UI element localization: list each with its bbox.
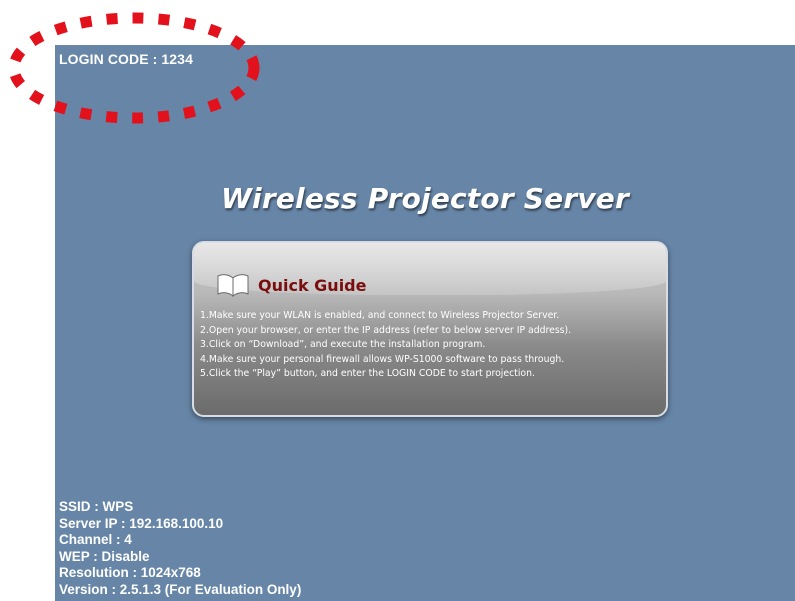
page-title: Wireless Projector Server xyxy=(220,182,630,215)
page: LOGIN CODE : 1234 Wireless Projector Ser… xyxy=(0,0,795,601)
guide-step-4: 4.Make sure your personal firewall allow… xyxy=(200,353,565,365)
guide-step-3: 3.Click on “Download”, and execute the i… xyxy=(200,339,486,351)
quick-guide-title: Quick Guide xyxy=(258,275,367,295)
server-info: SSID : WPS Server IP : 192.168.100.10 Ch… xyxy=(59,499,301,599)
quick-guide-header: Quick Guide xyxy=(216,273,366,297)
quick-guide-panel: Quick Guide 1.Make sure your WLAN is ena… xyxy=(192,241,668,417)
guide-step-2: 2.Open your browser, or enter the IP add… xyxy=(200,324,572,336)
open-book-icon xyxy=(217,274,249,297)
guide-step-5: 5.Click the “Play” button, and enter the… xyxy=(200,368,535,380)
channel-value: Channel : 4 xyxy=(59,532,132,548)
guide-step-1: 1.Make sure your WLAN is enabled, and co… xyxy=(200,310,560,321)
resolution-value: Resolution : 1024x768 xyxy=(59,565,201,581)
wep-value: WEP : Disable xyxy=(59,548,150,564)
login-code: LOGIN CODE : 1234 xyxy=(59,51,193,67)
version-value: Version : 2.5.1.3 (For Evaluation Only) xyxy=(59,581,302,597)
server-ip-value: Server IP : 192.168.100.10 xyxy=(59,515,224,531)
ssid-value: SSID : WPS xyxy=(59,499,134,514)
quick-guide-steps: 1.Make sure your WLAN is enabled, and co… xyxy=(200,309,571,382)
projector-screen: LOGIN CODE : 1234 Wireless Projector Ser… xyxy=(55,45,795,601)
